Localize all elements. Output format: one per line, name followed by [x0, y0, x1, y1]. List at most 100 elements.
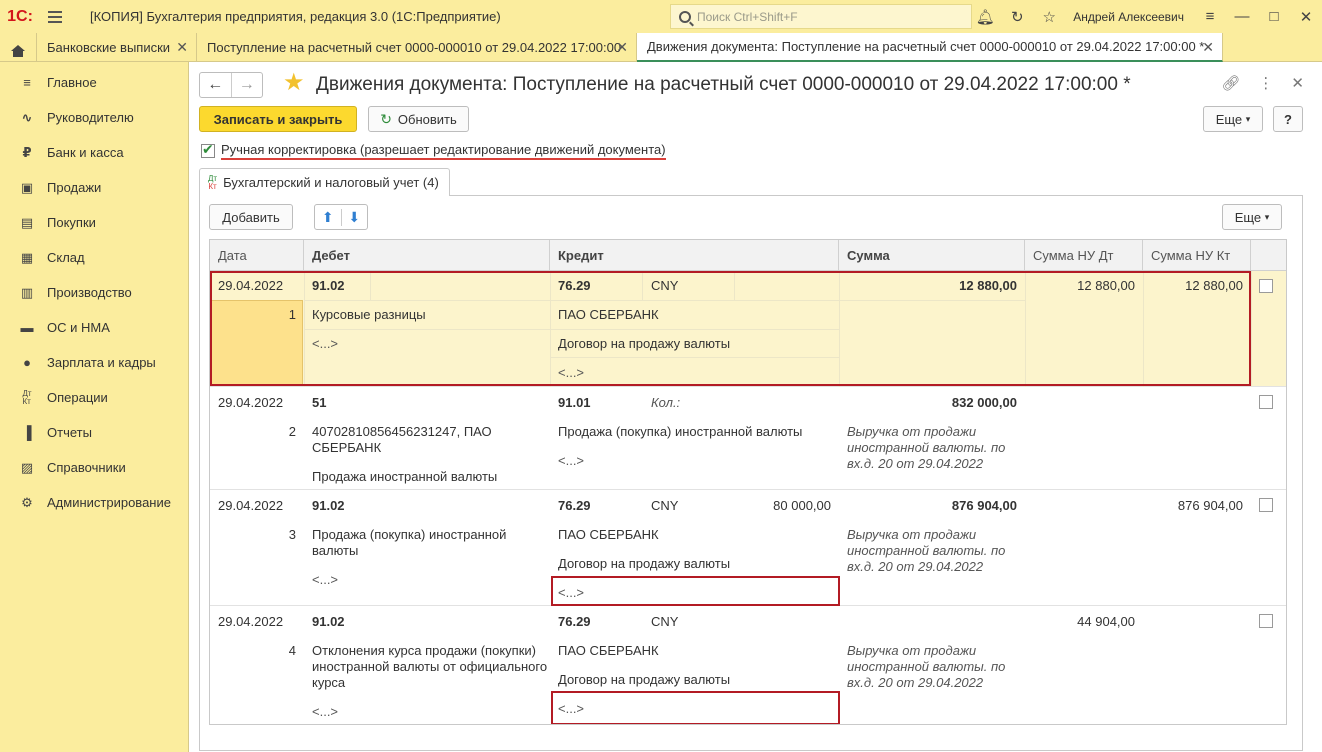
more-button[interactable]: Еще ▾ [1203, 106, 1263, 132]
credit-currency[interactable]: CNY [651, 614, 678, 630]
credit-account[interactable]: 91.01 [558, 395, 591, 411]
debit-account[interactable]: 51 [312, 395, 326, 411]
credit-currency-amount[interactable]: 80 000,00 [730, 498, 831, 514]
debit-subconto-1[interactable]: Продажа (покупка) иностранной валюты [312, 527, 532, 559]
close-tab-icon[interactable]: ✕ [176, 39, 188, 56]
more-label: Еще [1215, 111, 1243, 127]
row-sum-nu-dt[interactable]: 44 904,00 [1025, 614, 1135, 630]
table-row[interactable]: 29.04.2022 3 91.02 Продажа (покупка) ино… [210, 490, 1286, 606]
forward-arrow-icon[interactable]: → [230, 73, 263, 97]
sidebar-item-sales[interactable]: ▣ Продажи [0, 170, 188, 205]
tab-accounting[interactable]: Дт Кт Бухгалтерский и налоговый учет (4) [199, 168, 450, 196]
credit-subconto-2[interactable]: Договор на продажу валюты [558, 556, 730, 572]
close-window-icon[interactable]: ✕ [1290, 0, 1322, 33]
add-button[interactable]: Добавить [209, 204, 293, 230]
app-title: [КОПИЯ] Бухгалтерия предприятия, редакци… [90, 9, 501, 24]
sidebar-item-reports[interactable]: ▐ Отчеты [0, 415, 188, 450]
row-sum-nu-kt[interactable]: 876 904,00 [1143, 498, 1243, 514]
credit-subconto-2[interactable]: <...> [558, 453, 584, 469]
home-tab[interactable] [0, 33, 37, 62]
debit-subconto-1[interactable]: 40702810856456231247, ПАО СБЕРБАНК [312, 424, 512, 456]
row-sum[interactable]: 832 000,00 [839, 395, 1017, 411]
tab-bank-statements[interactable]: Банковские выписки ✕ [37, 33, 197, 62]
main-menu-icon[interactable] [40, 0, 70, 33]
row-checkbox[interactable] [1259, 279, 1273, 293]
maximize-icon[interactable]: □ [1258, 0, 1290, 33]
col-sum-nu-kt[interactable]: Сумма НУ Кт [1143, 240, 1251, 271]
row-checkbox[interactable] [1259, 614, 1273, 628]
credit-account[interactable]: 76.29 [558, 614, 591, 630]
sidebar-item-main[interactable]: ≡ Главное [0, 65, 188, 100]
col-sum[interactable]: Сумма [839, 240, 1025, 271]
bell-icon[interactable]: 🔔︎ [969, 0, 1001, 33]
sidebar-item-assets[interactable]: ▬ ОС и НМА [0, 310, 188, 345]
move-up-icon[interactable]: ⬆ [315, 209, 341, 226]
sidebar-item-warehouse[interactable]: ▦ Склад [0, 240, 188, 275]
factory-icon: ▥ [20, 284, 34, 300]
col-credit[interactable]: Кредит [550, 240, 839, 271]
favorite-star-icon[interactable]: ★ [283, 71, 305, 95]
sidebar-item-bank[interactable]: ₽ Банк и касса [0, 135, 188, 170]
debit-account[interactable]: 91.02 [312, 614, 345, 630]
close-form-icon[interactable]: ✕ [1291, 74, 1304, 92]
tab-document-movements[interactable]: Движения документа: Поступление на расче… [637, 33, 1223, 62]
sidebar-item-admin[interactable]: ⚙ Администрирование [0, 485, 188, 520]
close-tab-icon[interactable]: ✕ [616, 39, 628, 56]
table-more-button[interactable]: Еще ▾ [1222, 204, 1282, 230]
manual-edit-label[interactable]: Ручная корректировка (разрешает редактир… [221, 142, 666, 160]
debit-subconto-1[interactable]: Отклонения курса продажи (покупки) иност… [312, 643, 548, 691]
row-content[interactable]: Выручка от продажи иностранной валюты. п… [847, 527, 1017, 575]
credit-account[interactable]: 76.29 [558, 498, 591, 514]
help-button[interactable]: ? [1273, 106, 1303, 132]
row-sum[interactable]: 876 904,00 [839, 498, 1017, 514]
col-sum-nu-dt[interactable]: Сумма НУ Дт [1025, 240, 1143, 271]
table-row[interactable]: 29.04.2022 2 51 40702810856456231247, ПА… [210, 387, 1286, 490]
sidebar-item-salary[interactable]: ● Зарплата и кадры [0, 345, 188, 380]
manual-edit-row[interactable]: Ручная корректировка (разрешает редактир… [201, 141, 666, 160]
debit-subconto-2[interactable]: <...> [312, 572, 338, 588]
credit-subconto-1[interactable]: ПАО СБЕРБАНК [558, 527, 659, 543]
credit-subconto-1[interactable]: Продажа (покупка) иностранной валюты [558, 424, 802, 440]
table-row[interactable]: 29.04.2022 1 91.02 Курсовые разницы <...… [210, 271, 1286, 387]
row-content[interactable]: Выручка от продажи иностранной валюты. п… [847, 643, 1017, 691]
sidebar-item-purchases[interactable]: ▤ Покупки [0, 205, 188, 240]
credit-currency[interactable]: CNY [651, 498, 678, 514]
history-icon[interactable]: ↻ [1001, 0, 1033, 33]
credit-subconto-2[interactable]: Договор на продажу валюты [558, 672, 730, 688]
settings-menu-icon[interactable]: ≡ [1194, 0, 1226, 33]
history-nav: ← → [199, 72, 263, 98]
sidebar-item-operations[interactable]: Дт Кт Операции [0, 380, 188, 415]
move-down-icon[interactable]: ⬇ [340, 208, 368, 226]
chart-icon: ▐ [22, 425, 32, 440]
close-tab-icon[interactable]: ✕ [1202, 39, 1214, 56]
page-title: Движения документа: Поступление на расче… [316, 74, 1131, 95]
movements-table[interactable]: Дата Дебет Кредит Сумма Сумма НУ Дт Сумм… [209, 239, 1287, 725]
credit-subconto-1[interactable]: ПАО СБЕРБАНК [558, 643, 659, 659]
debit-account[interactable]: 91.02 [312, 498, 345, 514]
save-close-button[interactable]: Записать и закрыть [199, 106, 357, 132]
user-name[interactable]: Андрей Алексеевич [1073, 10, 1184, 24]
more-vertical-icon[interactable]: ⋮ [1258, 74, 1273, 92]
manual-edit-checkbox[interactable] [201, 141, 215, 158]
row-date: 29.04.2022 [218, 395, 284, 410]
sidebar-item-label: Отчеты [47, 425, 92, 440]
tab-receipt-document[interactable]: Поступление на расчетный счет 0000-00001… [197, 33, 637, 62]
row-content[interactable]: Выручка от продажи иностранной валюты. п… [847, 424, 1017, 472]
refresh-button[interactable]: ↻ Обновить [368, 106, 469, 132]
back-arrow-icon[interactable]: ← [200, 73, 231, 97]
col-debit[interactable]: Дебет [304, 240, 550, 271]
row-checkbox[interactable] [1259, 395, 1273, 409]
search-input[interactable]: Поиск Ctrl+Shift+F [670, 4, 972, 29]
row-checkbox[interactable] [1259, 498, 1273, 512]
col-date[interactable]: Дата [210, 240, 304, 271]
highlight-frame [551, 691, 840, 724]
debit-subconto-2[interactable]: Продажа иностранной валюты [312, 469, 497, 485]
sidebar-item-catalogs[interactable]: ▨ Справочники [0, 450, 188, 485]
minimize-icon[interactable]: — [1226, 0, 1258, 33]
sidebar-item-manager[interactable]: ∿ Руководителю [0, 100, 188, 135]
table-row[interactable]: 29.04.2022 4 91.02 Отклонения курса прод… [210, 606, 1286, 724]
favorites-star-icon[interactable]: ☆ [1033, 0, 1065, 33]
link-icon[interactable]: 🔗︎ [1221, 74, 1240, 92]
sidebar-item-production[interactable]: ▥ Производство [0, 275, 188, 310]
debit-subconto-2[interactable]: <...> [312, 704, 338, 720]
